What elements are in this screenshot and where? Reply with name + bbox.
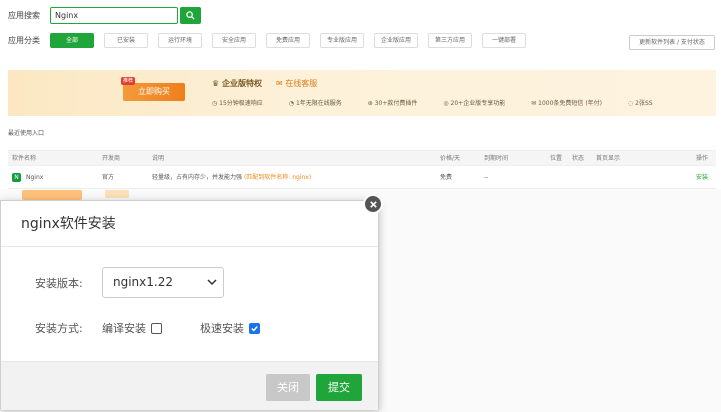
category-runtime[interactable]: 运行环境 [158,33,202,48]
category-row: 应用分类 全部 已安装 运行环境 安全应用 免费应用 专业版应用 企业版应用 第… [8,33,536,48]
vendor-cell: 官方 [102,174,115,181]
crown-icon: ♛ [212,79,222,88]
col-status: 状态 [572,155,585,162]
col-name: 软件名称 [12,155,37,162]
price-cell: 免费 [440,174,453,181]
col-price: 价格/天 [440,155,461,162]
col-expire: 到期时间 [484,155,509,162]
fast-install-option[interactable]: 极速安装 [200,320,260,336]
table-header: 软件名称 开发商 说明 价格/天 到期时间 位置 状态 首页显示 操作 [8,150,716,166]
category-third-party[interactable]: 第三方应用 [428,33,472,48]
privilege-item: ◷ 15分钟极速响应 [212,100,263,107]
recommend-tag: 推荐 [121,77,136,85]
version-select[interactable]: nginx1.22 [102,267,224,298]
compile-install-checkbox[interactable] [151,322,162,334]
category-pro[interactable]: 专业版应用 [320,33,364,48]
enterprise-title: ♛ 企业版特权 [212,79,262,88]
expire-cell: -- [484,174,489,181]
compile-install-label: 编译安装 [102,322,146,335]
col-desc: 说明 [152,155,165,162]
version-label: 安装版本: [35,277,83,290]
submit-button[interactable]: 提交 [316,374,362,401]
privilege-item: ◔ 1年无限在线服务 [288,100,342,107]
fast-install-label: 极速安装 [200,322,244,335]
promo-banner: 推荐 立即购买 ♛ 企业版特权 ✉ 在线客服 ◷ 15分钟极速响应 ◔ 1年无限… [8,70,716,116]
hidden-banner-fragment [22,190,82,200]
fast-install-checkbox[interactable] [249,322,260,334]
search-icon [186,10,195,20]
update-list-button[interactable]: 更新软件列表 / 支付状态 [629,35,715,50]
online-support-link[interactable]: ✉ 在线客服 [276,78,317,89]
privilege-list: ◷ 15分钟极速响应 ◔ 1年无限在线服务 ⊛ 30+款付费插件 ◎ 20+企业… [212,98,679,107]
compile-install-option[interactable]: 编译安装 [102,320,162,336]
col-action: 操作 [696,155,709,162]
close-button[interactable]: 关闭 [266,374,310,401]
hidden-banner-fragment [105,190,129,198]
search-label: 应用搜索 [8,10,40,20]
dialog-footer: 关闭 提交 [1,361,378,410]
chat-icon: ✉ [276,79,286,88]
privilege-item: ✉ 1000条免费短信 (年付) [531,100,603,107]
privilege-item: ◌ 2张SS [628,100,653,107]
method-label: 安装方式: [35,322,83,335]
recent-entry-label: 最近使用入口 [8,130,45,137]
category-one-click[interactable]: 一键部署 [482,33,526,48]
category-security[interactable]: 安全应用 [212,33,256,48]
table-row: N Nginx 官方 轻量级，占有内存少，并发能力强 (匹配到软件名称: ngin… [8,167,716,189]
category-installed[interactable]: 已安装 [104,33,148,48]
privilege-item: ◎ 20+企业版专享功能 [443,100,506,107]
dialog-title: nginx软件安装 [1,201,378,247]
col-home: 首页显示 [596,155,621,162]
category-label: 应用分类 [8,36,40,45]
search-button[interactable] [180,6,201,24]
dialog-body: 安装版本: nginx1.22 安装方式: 编译安装 极速安装 [1,248,378,360]
chevron-down-icon [207,279,217,286]
check-icon [251,325,258,332]
software-name-cell: N Nginx [12,167,43,189]
nginx-icon: N [12,173,21,182]
buy-now-button[interactable]: 推荐 立即购买 [121,77,185,101]
col-vendor: 开发商 [102,155,121,162]
category-free[interactable]: 免费应用 [266,33,310,48]
search-row: 应用搜索 Nginx [8,6,201,24]
search-input[interactable]: Nginx [50,6,178,24]
category-all[interactable]: 全部 [50,33,94,48]
privilege-item: ⊛ 30+款付费插件 [367,100,418,107]
col-location: 位置 [550,155,563,162]
close-icon[interactable] [363,194,383,214]
install-dialog: nginx软件安装 安装版本: nginx1.22 安装方式: 编译安装 极速安… [0,200,379,410]
desc-cell: 轻量级，占有内存少，并发能力强 (匹配到软件名称: nginx) [152,174,312,181]
buy-now-label: 立即购买 [138,87,170,96]
category-enterprise[interactable]: 企业版应用 [374,33,418,48]
install-link[interactable]: 安装 [696,167,708,189]
